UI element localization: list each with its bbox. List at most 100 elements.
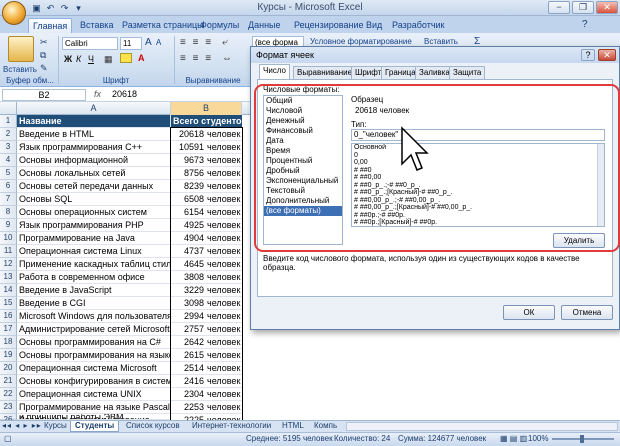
course-name-cell[interactable]: Операционная система Microsoft xyxy=(17,362,171,375)
cut-icon[interactable]: ✂ xyxy=(40,37,48,48)
row-header[interactable]: 19 xyxy=(0,349,17,362)
row-header[interactable]: 22 xyxy=(0,388,17,401)
course-name-cell[interactable]: Язык программирования C++ xyxy=(17,141,171,154)
row-header[interactable]: 18 xyxy=(0,336,17,349)
format-painter-icon[interactable]: ✎ xyxy=(40,63,48,74)
tab-border[interactable]: Граница xyxy=(381,66,420,79)
select-all-corner[interactable] xyxy=(0,102,17,115)
zoom-slider-thumb[interactable] xyxy=(580,435,584,443)
horizontal-scrollbar[interactable] xyxy=(346,422,618,431)
grow-font-icon[interactable]: A xyxy=(145,37,152,48)
course-name-cell[interactable]: Введение в CGI xyxy=(17,297,171,310)
course-name-cell[interactable]: Microsoft Windows для пользователя xyxy=(17,310,171,323)
bold-icon[interactable]: Ж xyxy=(64,54,72,64)
course-name-cell[interactable]: Основы операционных систем xyxy=(17,206,171,219)
row-header[interactable]: 3 xyxy=(0,141,17,154)
tab-view[interactable]: Вид xyxy=(362,18,386,33)
font-name-select[interactable]: Calibri xyxy=(62,37,118,50)
row-header[interactable]: 13 xyxy=(0,271,17,284)
borders-icon[interactable]: ▦ xyxy=(104,54,113,65)
row-header[interactable]: 1 xyxy=(0,115,17,128)
course-name-cell[interactable]: Операционная система UNIX xyxy=(17,388,171,401)
column-header-a[interactable]: A xyxy=(17,102,171,115)
help-icon[interactable]: ? xyxy=(582,19,588,30)
sheet-tab-studenty[interactable]: Студенты xyxy=(70,421,120,432)
row-header[interactable]: 16 xyxy=(0,310,17,323)
course-name-cell[interactable]: Основы программирования на C# xyxy=(17,336,171,349)
font-color-icon[interactable]: A xyxy=(138,53,145,63)
row-header[interactable]: 23 xyxy=(0,401,17,414)
wrap-text-icon[interactable]: ⤶ xyxy=(222,37,228,48)
underline-icon[interactable]: Ч xyxy=(88,54,94,64)
shrink-font-icon[interactable]: A xyxy=(156,38,161,47)
course-name-cell[interactable]: Язык программирования PHP xyxy=(17,219,171,232)
course-name-cell[interactable]: Основы SQL xyxy=(17,193,171,206)
tab-data[interactable]: Данные xyxy=(244,18,285,33)
formula-input[interactable]: 20618 xyxy=(112,89,137,99)
vertical-align-icons[interactable]: ≡ ≡ ≡ xyxy=(180,37,213,48)
zoom-level[interactable]: 100% xyxy=(528,434,548,443)
row-header[interactable]: 9 xyxy=(0,219,17,232)
cancel-button[interactable]: Отмена xyxy=(561,305,613,320)
dialog-help-button[interactable]: ? xyxy=(581,49,595,61)
merge-cells-icon[interactable]: ⇔ xyxy=(222,53,232,64)
tab-formulas[interactable]: Формулы xyxy=(196,18,243,33)
course-name-cell[interactable]: Основы сетей передачи данных xyxy=(17,180,171,193)
tab-fill[interactable]: Заливка xyxy=(415,66,454,79)
row-header[interactable]: 5 xyxy=(0,167,17,180)
office-button[interactable] xyxy=(2,1,26,25)
course-name-cell[interactable]: Введение в HTML xyxy=(17,128,171,141)
row-header[interactable]: 20 xyxy=(0,362,17,375)
row-header[interactable]: 2 xyxy=(0,128,17,141)
view-buttons[interactable]: ▦ ▤ ▥ xyxy=(500,434,527,443)
tab-home[interactable]: Главная xyxy=(28,18,73,33)
tab-developer[interactable]: Разработчик xyxy=(388,18,448,33)
tab-review[interactable]: Рецензирование xyxy=(290,18,368,33)
sheet-tab-internet[interactable]: Интернет-технологии xyxy=(188,421,275,432)
row-header[interactable]: 21 xyxy=(0,375,17,388)
course-name-cell[interactable]: Основы конфигурирования в системе xyxy=(17,375,171,388)
course-name-cell[interactable]: Основы локальных сетей xyxy=(17,167,171,180)
tab-page-layout[interactable]: Разметка страницы xyxy=(118,18,208,33)
paste-icon[interactable] xyxy=(8,36,34,62)
course-name-cell[interactable]: Операционная система Linux xyxy=(17,245,171,258)
row-header[interactable]: 17 xyxy=(0,323,17,336)
copy-icon[interactable]: ⧉ xyxy=(40,50,46,61)
sheet-nav-arrows[interactable]: ◂◂ ◂ ▸ ▸▸ xyxy=(2,421,42,430)
course-name-cell[interactable]: Введение в JavaScript xyxy=(17,284,171,297)
sheet-tab-spisok-kursov[interactable]: Список курсов xyxy=(122,421,184,432)
tab-insert[interactable]: Вставка xyxy=(76,18,117,33)
horizontal-align-icons[interactable]: ≡ ≡ ≡ xyxy=(180,53,213,64)
function-icon[interactable]: fx xyxy=(94,89,101,99)
minimize-button[interactable]: − xyxy=(548,1,570,14)
tab-protection[interactable]: Защита xyxy=(449,66,486,79)
sheet-tab-komp[interactable]: Компь xyxy=(310,421,341,432)
restore-button[interactable]: ❐ xyxy=(572,1,594,14)
row-header[interactable]: 10 xyxy=(0,232,17,245)
course-name-cell[interactable]: Работа в современном офисе xyxy=(17,271,171,284)
row-header[interactable]: 15 xyxy=(0,297,17,310)
row-header[interactable]: 14 xyxy=(0,284,17,297)
font-size-select[interactable]: 11 xyxy=(120,37,142,50)
tab-alignment[interactable]: Выравнивание xyxy=(293,66,357,79)
row-header[interactable]: 11 xyxy=(0,245,17,258)
row-header[interactable]: 4 xyxy=(0,154,17,167)
course-name-cell[interactable]: Программирование на Java xyxy=(17,232,171,245)
column-header-b[interactable]: B xyxy=(171,102,242,115)
name-box[interactable]: B2 xyxy=(2,89,86,101)
course-name-cell[interactable]: Основы информационной xyxy=(17,154,171,167)
ok-button[interactable]: ОК xyxy=(503,305,555,320)
course-name-cell[interactable]: Программирование на языке Pascal xyxy=(17,401,171,414)
sheet-tab-html[interactable]: HTML xyxy=(278,421,308,432)
header-cell-name[interactable]: Название xyxy=(17,115,171,128)
tab-number[interactable]: Число xyxy=(259,64,291,80)
row-header[interactable]: 12 xyxy=(0,258,17,271)
dialog-close-button[interactable]: ✕ xyxy=(598,49,616,61)
course-name-cell[interactable]: Администрирование сетей Microsoft xyxy=(17,323,171,336)
sheet-tab-kursy[interactable]: Курсы xyxy=(40,421,71,432)
row-header[interactable]: 6 xyxy=(0,180,17,193)
row-header[interactable]: 8 xyxy=(0,206,17,219)
course-name-cell[interactable]: Основы программирования на языке C xyxy=(17,349,171,362)
fill-color-icon[interactable] xyxy=(120,53,132,63)
italic-icon[interactable]: К xyxy=(76,54,81,64)
